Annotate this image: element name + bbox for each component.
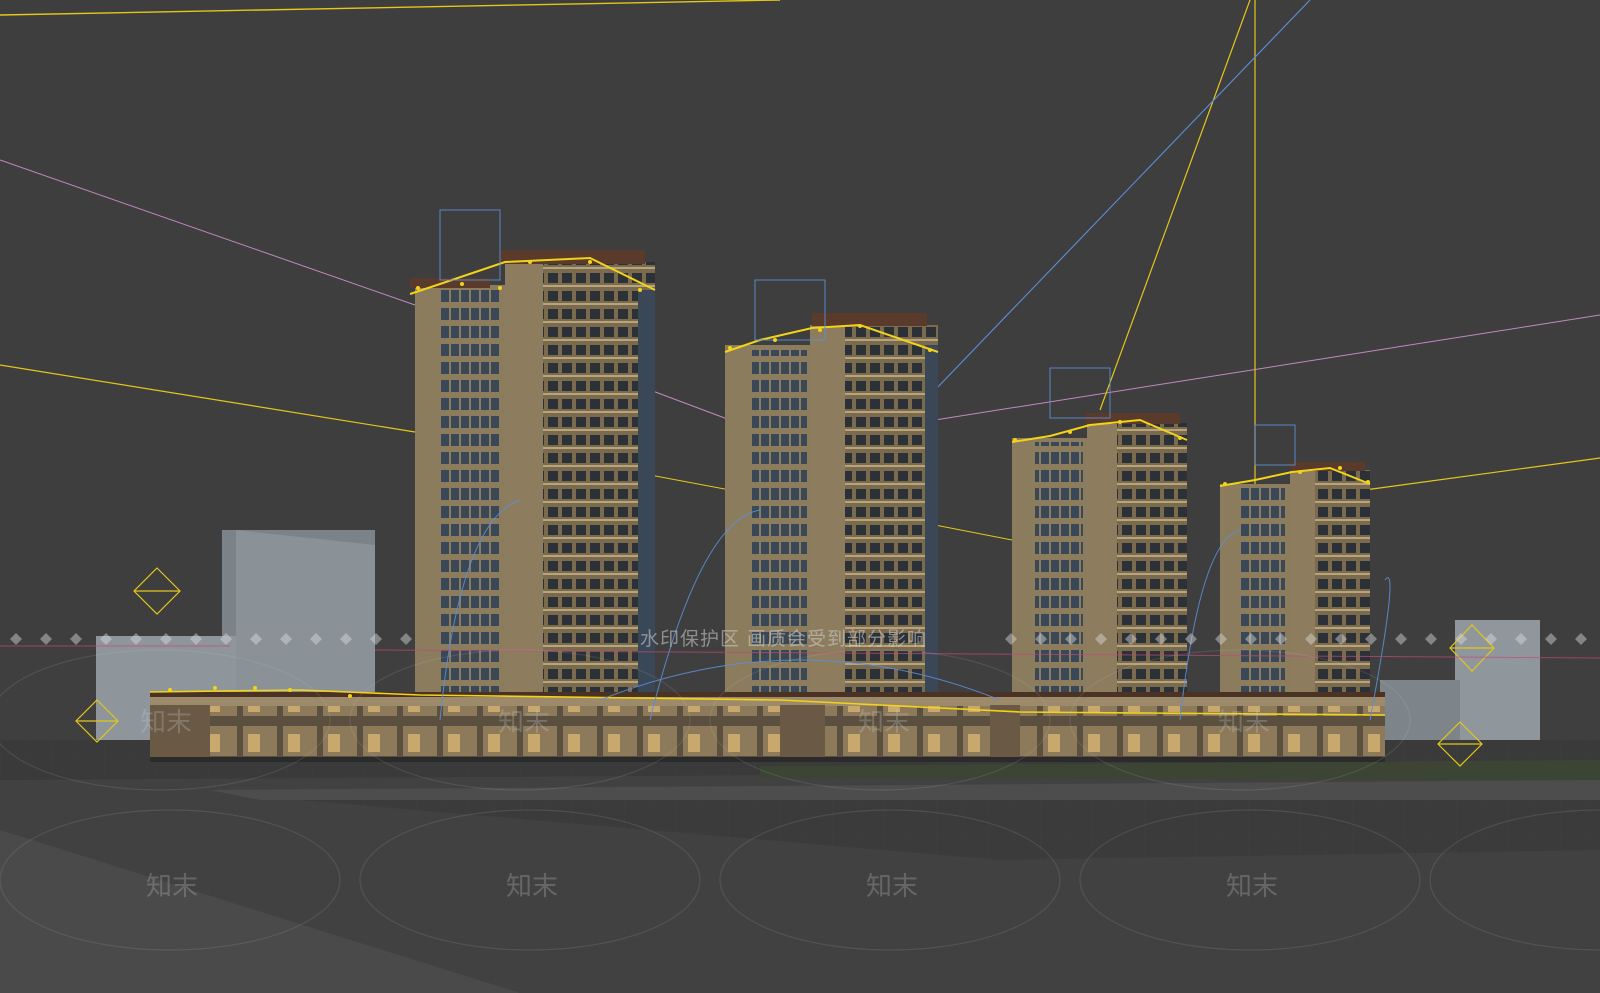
watermark-logo: 知末: [866, 872, 919, 902]
watermark-logo: 知末: [498, 708, 551, 738]
watermark-logo: 知末: [146, 872, 199, 902]
watermark-logo: 知末: [858, 708, 911, 738]
tower-1: [409, 250, 656, 715]
tower-3: [1011, 413, 1188, 718]
watermark-logo: 知末: [1218, 708, 1271, 738]
watermark-text: 水印保护区 画质会受到部分影响: [640, 628, 928, 650]
tower-2: [724, 313, 939, 715]
scene-render[interactable]: [0, 0, 1600, 993]
podium-shops: [149, 689, 1386, 762]
watermark-logo: 知末: [506, 872, 559, 902]
tower-4: [1219, 462, 1371, 718]
watermark-logo: 知末: [140, 708, 193, 738]
3d-viewport[interactable]: 水印保护区 画质会受到部分影响 知末 知末 知末 知末 知末 知末 知末 知末: [0, 0, 1600, 993]
watermark-logo: 知末: [1226, 872, 1279, 902]
